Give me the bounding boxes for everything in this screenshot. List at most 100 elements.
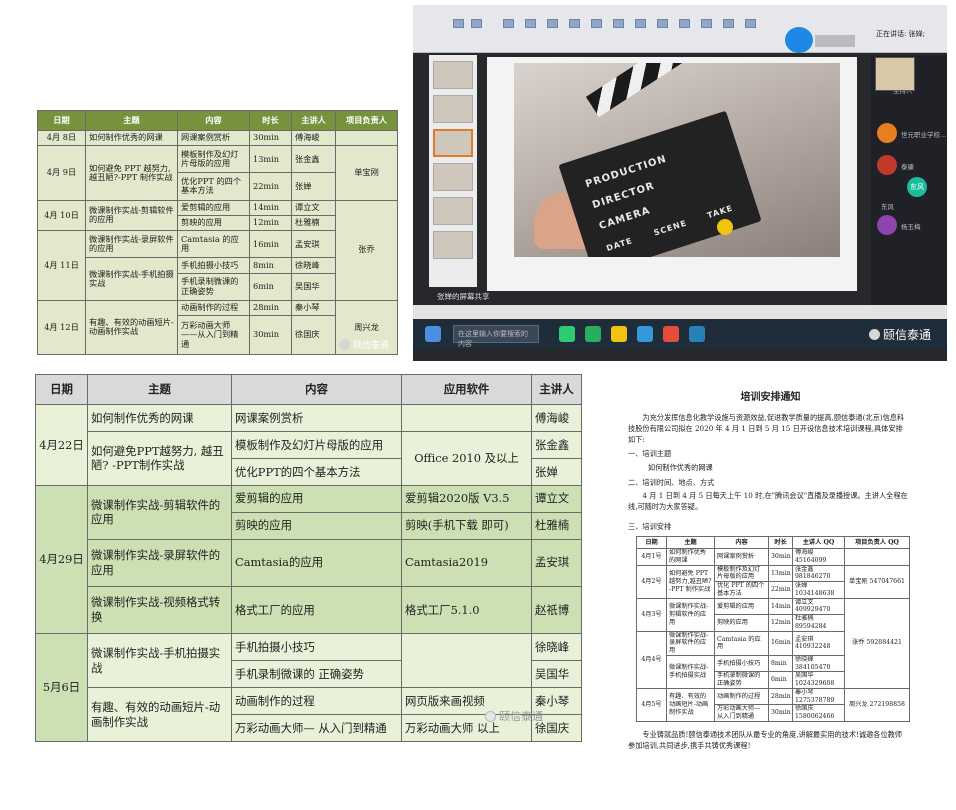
topic-cell: 微课制作实战-视频格式转换 [87, 585, 232, 635]
content-cell: 手机录制微课的正确姿势 [177, 272, 250, 301]
slide-thumbnail[interactable] [433, 61, 473, 89]
speaker-cell: 徐国庆 [291, 315, 336, 355]
content-cell: Camtasia 的应用 [177, 230, 250, 259]
duration-cell: 13min [768, 564, 793, 583]
app-icon[interactable] [559, 326, 575, 342]
ribbon-icon[interactable] [453, 19, 464, 28]
speaker-cell: 杜雅楠 [291, 214, 336, 232]
host-camera[interactable] [875, 57, 915, 91]
watermark-text: 颐信泰通 [499, 710, 543, 723]
participant-avatar[interactable] [877, 155, 897, 175]
clapper-word: DATE [605, 236, 634, 254]
content-cell: 网课案例赏析 [177, 129, 250, 147]
ribbon-icon[interactable] [547, 19, 558, 28]
header-duration: 时长 [768, 536, 793, 550]
ribbon-icon[interactable] [723, 19, 734, 28]
browser-icon[interactable] [637, 326, 653, 342]
topic-cell: 微课制作实战-剪辑软件的应用 [87, 484, 232, 540]
speaker-cell: 张金鑫 [291, 145, 336, 174]
ppt-ribbon: 正在讲话: 张婵; [413, 5, 947, 53]
topic-cell: 微课制作实战-剪辑软件的应用 [85, 199, 178, 232]
speaker-cell: 赵祇博 [531, 585, 582, 635]
speaker-cell: 秦小琴 1275378789 [792, 687, 845, 706]
speaker-cell: 吴国华 [531, 660, 582, 689]
participant-name: 泰康 [901, 163, 914, 171]
ribbon-icon[interactable] [471, 19, 482, 28]
content-cell: 手机录制微课的 正确姿势 [231, 660, 402, 689]
table-row: 4月 12日 有趣、有效的动画短片-动画制作实战 动画制作的过程 28min 秦… [37, 299, 398, 356]
software-cell: 剪映(手机下载 即可) [401, 511, 532, 540]
participant-avatar[interactable] [877, 215, 897, 235]
windows-start-icon[interactable] [425, 326, 441, 342]
wechat-icon [868, 329, 880, 340]
ribbon-icon[interactable] [591, 19, 602, 28]
participant-avatar[interactable]: 东风 [907, 177, 927, 197]
lead-cell: 单宝刚 547047661 [844, 564, 910, 599]
speaker-cell: 孟安琪 [531, 538, 582, 587]
ribbon-icon[interactable] [525, 19, 536, 28]
date-cell: 4月 10日 [37, 199, 86, 232]
ribbon-icon[interactable] [635, 19, 646, 28]
duration-cell: 30min [768, 548, 793, 566]
software-cell: 爱剪辑2020版 V3.5 [401, 484, 532, 513]
content-cell: 剪映的应用 [231, 511, 402, 540]
speaker-cell: 谭立文 [531, 484, 582, 513]
speaker-cell: 张婵 [531, 457, 582, 486]
date-cell: 4月3号 [636, 597, 667, 632]
date-cell: 4月22日 [35, 404, 88, 486]
slide-thumbnail[interactable] [433, 231, 473, 259]
app-icon[interactable] [663, 326, 679, 342]
watermark-text: 颐信泰通 [352, 341, 389, 351]
participant-name: 东风 [881, 203, 894, 211]
content-cell: 剪映的应用 [177, 214, 250, 232]
content-cell: 模板制作及幻灯片母版的应用 [177, 145, 250, 174]
table-header-row: 日期 主题 内容 时长 主讲人 项目负责人 [37, 110, 398, 131]
meeting-screenshot: 正在讲话: 张婵; PRODUCTION DIRECTOR CAMERA DAT… [413, 5, 947, 361]
speaker-cell: 张婵 1034148638 [792, 581, 845, 599]
ribbon-icon[interactable] [701, 19, 712, 28]
footer-paragraph: 专业铸就品质!颐信泰通技术团队从最专业的角度,讲解最实用的技术!诚邀各位教师参加… [628, 729, 903, 750]
slide-thumbnail[interactable] [433, 95, 473, 123]
header-date: 日期 [636, 536, 667, 550]
duration-cell: 28min [768, 687, 793, 706]
content-cell: 优化PPT 的四个基本方法 [177, 172, 250, 201]
clapper-word: CAMERA [597, 205, 652, 233]
slide-thumbnail[interactable] [433, 163, 473, 191]
meeting-app-icon[interactable] [689, 326, 705, 342]
speaker-cell: 谭立文 409929470 [792, 597, 845, 616]
content-cell: 手机拍摄小技巧 [231, 633, 402, 662]
windows-taskbar: 在这里输入你要搜索的内容 [413, 319, 947, 349]
training-notice-document: 培训安排通知 为充分发挥信息化教学设施与资源效益,促进教学质量的提高,颐信泰通(… [628, 386, 913, 804]
lead-cell: 周兴龙 272198858 [844, 687, 910, 722]
ribbon-icon[interactable] [569, 19, 580, 28]
wechat-icon[interactable] [585, 326, 601, 342]
duration-cell: 30min [249, 315, 292, 355]
ribbon-icon[interactable] [745, 19, 756, 28]
table-row: 4月 9日 如何避免 PPT 越努力,越丑陋?-PPT 制作实战 模板制作及幻灯… [37, 145, 398, 201]
speaker-cell: 徐晓峰 384105470 [792, 654, 845, 673]
taskbar-search[interactable]: 在这里输入你要搜索的内容 [453, 325, 539, 348]
slide-thumbnail-active[interactable] [433, 129, 473, 157]
ribbon-icon[interactable] [657, 19, 668, 28]
speaker-cell: 孟安琪 410932248 [792, 630, 845, 656]
participant-avatar[interactable] [877, 123, 897, 143]
ribbon-icon[interactable] [503, 19, 514, 28]
speaker-cell: 徐晓峰 [531, 633, 582, 662]
speaking-status: 正在讲话: 张婵; [876, 30, 925, 38]
content-cell: 模板制作及幻灯片母版的应用 [714, 564, 769, 583]
lead-cell: 张乔 592884421 [844, 597, 910, 689]
folder-icon[interactable] [611, 326, 627, 342]
content-cell: 手机拍摄小技巧 [714, 654, 769, 673]
participant-name: 世元职业学校... [901, 131, 947, 139]
schedule-table: 日期 主题 内容 应用软件 主讲人 4月22日 如何制作优秀的网课 网课案例赏析… [35, 374, 582, 742]
slide-thumbnail[interactable] [433, 197, 473, 225]
section-body: 4 月 1 日到 4 月 5 日每天上午 10 时,在"腾讯会议"直播及录播授课… [628, 490, 908, 511]
ribbon-icon[interactable] [679, 19, 690, 28]
content-cell: 爱剪辑的应用 [231, 484, 402, 513]
header-lead: 项目负责人 QQ [844, 536, 910, 550]
schedule-table-photo-2: 日期 主题 内容 应用软件 主讲人 4月22日 如何制作优秀的网课 网课案例赏析… [35, 374, 582, 742]
clapperboard-icon: PRODUCTION DIRECTOR CAMERA DATE SCENE TA… [558, 110, 762, 257]
ribbon-icon[interactable] [613, 19, 624, 28]
duration-cell: 30min [768, 704, 793, 722]
topic-cell: 如何制作优秀的网课 [85, 129, 178, 147]
